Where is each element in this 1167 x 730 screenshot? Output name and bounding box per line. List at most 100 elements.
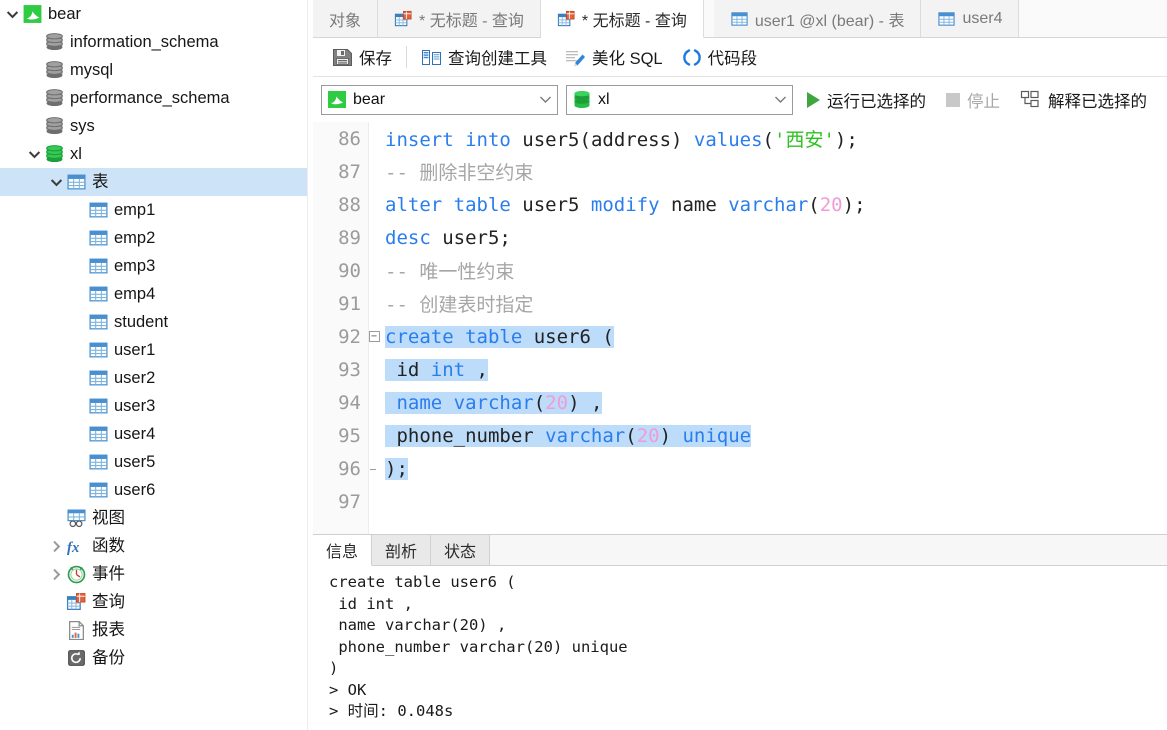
database-value: xl: [598, 90, 610, 108]
query-builder-button[interactable]: 查询创建工具: [412, 42, 556, 72]
code-token: user6: [533, 325, 603, 348]
table-icon: [87, 368, 109, 388]
line-number: 89: [338, 226, 361, 249]
tree-item-user4[interactable]: user4: [0, 420, 313, 448]
code-line-text[interactable]: name varchar(20) ,: [383, 391, 1167, 414]
database-select[interactable]: xl: [566, 84, 793, 115]
tree-item-information_schema[interactable]: information_schema: [0, 28, 313, 56]
chevron-down-icon[interactable]: [4, 6, 20, 22]
code-line[interactable]: 86 insert into user5(address) values('西安'…: [313, 122, 1167, 155]
chevron-down-icon[interactable]: [537, 95, 553, 104]
code-line[interactable]: 97: [313, 485, 1167, 518]
tree-item-emp2[interactable]: emp2: [0, 224, 313, 252]
code-line[interactable]: 88 alter table user5 modify name varchar(…: [313, 188, 1167, 221]
code-line-text[interactable]: desc user5;: [383, 227, 1167, 249]
code-line-text[interactable]: -- 唯一性约束: [383, 257, 1167, 284]
tree-item-user5[interactable]: user5: [0, 448, 313, 476]
database-tree[interactable]: bear information_schema mysql performance_s…: [0, 0, 313, 672]
tree-item-label: user1: [114, 340, 156, 359]
database-gray-icon: [45, 117, 63, 135]
tree-item-sys[interactable]: sys: [0, 112, 313, 140]
code-line[interactable]: 87 -- 删除非空约束: [313, 155, 1167, 188]
code-line[interactable]: 89 desc user5;: [313, 221, 1167, 254]
tree-item-xl[interactable]: xl: [0, 140, 313, 168]
query-toolbar[interactable]: 保存 查询创建工具 美化 SQL 代码段: [313, 38, 1167, 77]
result-panel: 信息 剖析 状态 create table user6 ( id int , nam…: [313, 534, 1167, 730]
tree-item-emp1[interactable]: emp1: [0, 196, 313, 224]
editor-code-area[interactable]: 86 insert into user5(address) values('西安'…: [313, 122, 1167, 534]
tree-item-表[interactable]: 表: [0, 168, 313, 196]
beautify-sql-button[interactable]: 美化 SQL: [556, 42, 672, 72]
editor-tab-2[interactable]: * 无标题 - 查询: [540, 0, 704, 38]
tree-item-user3[interactable]: user3: [0, 392, 313, 420]
table-folder-icon: [65, 172, 87, 192]
tree-item-user6[interactable]: user6: [0, 476, 313, 504]
code-snippet-button[interactable]: 代码段: [672, 42, 767, 72]
code-line-text[interactable]: alter table user5 modify name varchar(20…: [383, 194, 1167, 216]
tree-item-emp3[interactable]: emp3: [0, 252, 313, 280]
code-line[interactable]: 95 phone_number varchar(20) unique: [313, 419, 1167, 452]
tree-item-备份[interactable]: 备份: [0, 644, 313, 672]
editor-tabstrip[interactable]: 对象 * 无标题 - 查询 * 无标题 - 查询 user1 @xl (bear) -…: [313, 0, 1167, 38]
editor-tab-3[interactable]: user1 @xl (bear) - 表: [713, 0, 922, 37]
line-number: 97: [338, 490, 361, 513]
code-line-text[interactable]: insert into user5(address) values('西安');: [383, 125, 1167, 152]
chevron-down-icon[interactable]: [772, 95, 788, 104]
tree-item-函数[interactable]: fx 函数: [0, 532, 313, 560]
line-number: 88: [338, 193, 361, 216]
chevron-down-icon[interactable]: [48, 174, 64, 190]
code-line[interactable]: 92− create table user6 (: [313, 320, 1167, 353]
tree-item-emp4[interactable]: emp4: [0, 280, 313, 308]
code-line-text[interactable]: id int ,: [383, 358, 1167, 381]
code-token: 20: [545, 391, 569, 414]
editor-tab-4[interactable]: user4: [921, 0, 1020, 37]
tree-item-视图[interactable]: 视图: [0, 504, 313, 532]
chevron-right-icon[interactable]: [48, 566, 64, 582]
stop-button[interactable]: 停止: [940, 85, 1006, 115]
connection-select[interactable]: bear: [321, 84, 558, 115]
tree-item-label: emp1: [114, 200, 156, 219]
chevron-right-icon[interactable]: [48, 538, 64, 554]
save-button[interactable]: 保存: [323, 42, 401, 72]
code-line-text[interactable]: -- 创建表时指定: [383, 290, 1167, 317]
tree-item-label: user3: [114, 396, 156, 415]
code-line[interactable]: 93 id int ,: [313, 353, 1167, 386]
result-tab-2[interactable]: 状态: [431, 535, 491, 565]
table-icon: [87, 396, 109, 416]
explain-icon: [1020, 90, 1039, 108]
tree-item-user2[interactable]: user2: [0, 364, 313, 392]
code-line-text[interactable]: create table user6 (: [383, 325, 1167, 348]
result-tab-0[interactable]: 信息: [313, 535, 373, 566]
tree-item-performance_schema[interactable]: performance_schema: [0, 84, 313, 112]
fold-collapse-icon[interactable]: −: [365, 331, 383, 342]
code-token: unique: [682, 424, 752, 447]
editor-tab-0[interactable]: 对象: [313, 0, 379, 37]
code-line-text[interactable]: phone_number varchar(20) unique: [383, 424, 1167, 447]
tree-item-student[interactable]: student: [0, 308, 313, 336]
code-line[interactable]: 94 name varchar(20) ,: [313, 386, 1167, 419]
sql-editor[interactable]: 86 insert into user5(address) values('西安'…: [313, 122, 1167, 534]
code-line[interactable]: 96);: [313, 452, 1167, 485]
tree-item-查询[interactable]: 查询: [0, 588, 313, 616]
tree-item-user1[interactable]: user1: [0, 336, 313, 364]
code-line-text[interactable]: );: [383, 457, 1167, 480]
event-clock-icon: [65, 564, 87, 584]
tree-item-报表[interactable]: 报表: [0, 616, 313, 644]
editor-tab-1[interactable]: * 无标题 - 查询: [378, 0, 541, 37]
code-line[interactable]: 90 -- 唯一性约束: [313, 254, 1167, 287]
result-tabstrip[interactable]: 信息 剖析 状态: [313, 535, 1167, 566]
chevron-down-icon[interactable]: [26, 146, 42, 162]
tree-item-事件[interactable]: 事件: [0, 560, 313, 588]
tree-item-bear[interactable]: bear: [0, 0, 313, 28]
code-line-text[interactable]: -- 删除非空约束: [383, 158, 1167, 185]
code-line[interactable]: 91 -- 创建表时指定: [313, 287, 1167, 320]
run-selected-button[interactable]: 运行已选择的: [801, 85, 932, 115]
connection-bar[interactable]: bear xl 运行已选择的 停止 解释已选择的: [313, 77, 1167, 122]
object-tree-sidebar[interactable]: bear information_schema mysql performance_s…: [0, 0, 313, 730]
tree-item-label: xl: [70, 144, 82, 163]
toolbar-separator: [406, 46, 407, 68]
database-gray-icon: [43, 60, 65, 80]
explain-selected-button[interactable]: 解释已选择的: [1014, 85, 1153, 115]
tree-item-mysql[interactable]: mysql: [0, 56, 313, 84]
result-tab-1[interactable]: 剖析: [372, 535, 432, 565]
